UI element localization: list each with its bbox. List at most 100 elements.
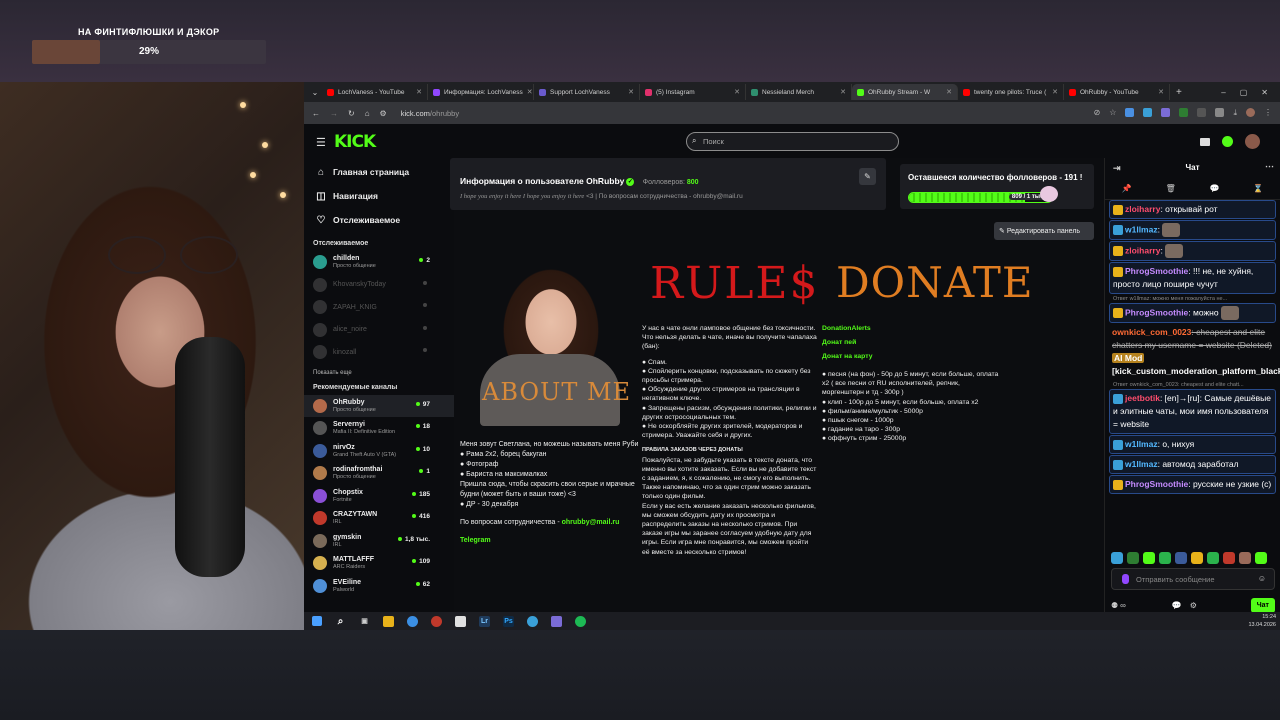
channel-item[interactable]: MATTLAFFF ARC Raiders 109 — [304, 552, 454, 575]
extension-icon[interactable] — [1197, 108, 1207, 117]
new-tab-button[interactable]: + — [1170, 87, 1188, 98]
url-field[interactable]: kick.com/ohrubby — [401, 109, 459, 118]
task-view-icon[interactable]: ▣ — [359, 616, 370, 627]
tab-close-icon[interactable]: ✕ — [628, 88, 634, 96]
contact-email-link[interactable]: ohrubby@mail.ru — [562, 519, 620, 526]
browser-tab[interactable]: Информация: LochVaness ✕ — [428, 84, 534, 100]
channel-item[interactable]: nirvOz Grand Theft Auto V (GTA) 10 — [304, 440, 454, 463]
chat-username[interactable]: PhrogSmoothie — [1125, 266, 1188, 276]
extension-icon[interactable] — [1143, 108, 1153, 117]
obs-icon[interactable] — [431, 615, 442, 627]
channel-item[interactable]: kinozall — [304, 341, 454, 364]
chat-bubble-icon[interactable]: 💬 — [1172, 601, 1182, 610]
star-icon[interactable]: ☆ — [1109, 108, 1116, 118]
channel-item[interactable]: CRAZYTAWN IRL 416 — [304, 507, 454, 530]
spotify-icon[interactable] — [575, 615, 586, 627]
notepad-icon[interactable] — [455, 615, 466, 627]
chat-username[interactable]: w1llmaz — [1125, 459, 1158, 469]
minimize-icon[interactable]: – — [1221, 88, 1225, 97]
home-icon[interactable]: ⌂ — [365, 109, 370, 118]
cast-icon[interactable]: ⊘ — [1094, 108, 1101, 118]
chat-settings-icon[interactable]: ⚙ — [1190, 601, 1197, 610]
tab-search-icon[interactable]: ⌄ — [308, 88, 322, 97]
chat-bubble-icon[interactable]: 💬 — [1209, 184, 1219, 193]
chat-username[interactable]: PhrogSmoothie — [1125, 479, 1188, 489]
channel-item[interactable]: gymskin IRL 1,8 тыс. — [304, 530, 454, 553]
donate-link[interactable]: Донат пей — [822, 338, 1002, 352]
chat-username[interactable]: w1llmaz — [1125, 439, 1158, 449]
browser-tab[interactable]: (5) Instagram ✕ — [640, 84, 746, 100]
tab-close-icon[interactable]: ✕ — [1052, 88, 1058, 96]
chat-username[interactable]: zloiharry — [1125, 245, 1160, 255]
menu-icon[interactable]: ⋮ — [1264, 108, 1272, 118]
start-icon[interactable] — [312, 616, 322, 626]
chat-username[interactable]: ownkick_com_0023 — [1112, 327, 1191, 337]
browser-tab[interactable]: OhRubby - YouTube ✕ — [1064, 84, 1170, 100]
browser-tab[interactable]: OhRubby Stream - W ✕ — [852, 84, 958, 100]
user-avatar[interactable] — [1245, 134, 1260, 149]
channel-item[interactable]: EVEiline Palworld 62 — [304, 575, 454, 598]
chat-username[interactable]: jeetbotik — [1125, 393, 1160, 403]
pin-icon[interactable]: 📌 — [1122, 184, 1132, 193]
tab-close-icon[interactable]: ✕ — [1158, 88, 1164, 96]
back-icon[interactable]: ← — [312, 109, 320, 118]
channel-item[interactable]: KhovanskyToday — [304, 274, 454, 297]
trash-icon[interactable]: 🗑 — [1166, 184, 1176, 193]
lightroom-icon[interactable]: Lr — [479, 615, 490, 627]
send-chat-button[interactable]: Чат — [1250, 597, 1275, 613]
forward-icon[interactable]: → — [330, 109, 338, 118]
chat-username[interactable]: w1llmaz — [1125, 224, 1158, 234]
site-info-icon[interactable]: ⚙ — [380, 109, 387, 118]
extension-icon[interactable] — [1179, 108, 1189, 117]
channel-item[interactable]: alice_noire — [304, 319, 454, 342]
channel-item[interactable]: Servernyi Mafia II: Definitive Edition 18 — [304, 417, 454, 440]
extension-icon[interactable] — [1125, 108, 1135, 117]
profile-avatar[interactable] — [1246, 108, 1255, 117]
sidebar-nav-item[interactable]: ♡ Отслеживаемое — [304, 208, 454, 232]
chat-username[interactable]: PhrogSmoothie — [1125, 307, 1188, 317]
donate-link[interactable]: DonationAlerts — [822, 324, 1002, 338]
tab-close-icon[interactable]: ✕ — [840, 88, 846, 96]
chat-message-input[interactable]: Отправить сообщение ☺ — [1111, 568, 1275, 590]
hourglass-icon[interactable]: ⌛ — [1253, 184, 1263, 193]
download-icon[interactable]: ⤓ — [1233, 108, 1237, 118]
sidebar-nav-item[interactable]: ⌂ Главная страница — [304, 160, 454, 184]
browser-tab[interactable]: Support LochVaness ✕ — [534, 84, 640, 100]
wallet-icon[interactable] — [1200, 137, 1210, 146]
tab-close-icon[interactable]: ✕ — [527, 88, 533, 96]
app-icon[interactable] — [551, 615, 562, 627]
channel-item[interactable]: Chopstix Fortnite 185 — [304, 485, 454, 508]
tab-close-icon[interactable]: ✕ — [416, 88, 422, 96]
system-clock[interactable]: 15:24 13.04.2026 — [1248, 613, 1276, 629]
channel-item[interactable]: OhRubby Просто общение 97 — [304, 394, 454, 417]
kick-logo[interactable]: KICK — [334, 132, 376, 152]
browser-icon[interactable] — [527, 615, 538, 627]
kick-points-icon[interactable]: ⚉ — [1111, 601, 1118, 610]
file-explorer-icon[interactable] — [383, 615, 394, 627]
photoshop-icon[interactable]: Ps — [503, 615, 514, 627]
browser-tab[interactable]: Nessieland Merch ✕ — [746, 84, 852, 100]
show-more-link[interactable]: Показать еще — [304, 364, 454, 382]
menu-burger-icon[interactable]: ☰ — [316, 136, 326, 149]
search-icon[interactable]: ⌕ — [335, 616, 346, 627]
edit-panel-button[interactable]: ✎ Редактировать панель — [994, 222, 1094, 240]
chrome-icon[interactable] — [407, 615, 418, 627]
browser-tab[interactable]: twenty one pilots: Truce (✕ — [958, 84, 1064, 100]
close-icon[interactable]: ✕ — [1261, 88, 1268, 97]
sidebar-nav-item[interactable]: ◫ Навигация — [304, 184, 454, 208]
maximize-icon[interactable]: ▢ — [1240, 88, 1248, 97]
search-input[interactable]: ⌕ Поиск — [686, 132, 899, 151]
edit-pencil-button[interactable]: ✎ — [859, 168, 876, 185]
telegram-link[interactable]: Telegram — [460, 536, 640, 546]
extensions-puzzle-icon[interactable] — [1215, 108, 1225, 117]
channel-item[interactable]: chillden Просто общение 2 — [304, 251, 454, 274]
donate-link[interactable]: Донат на карту — [822, 352, 1002, 366]
tab-close-icon[interactable]: ✕ — [946, 88, 952, 96]
reload-icon[interactable]: ↻ — [348, 109, 355, 118]
extension-icon[interactable] — [1161, 108, 1171, 117]
kick-status-icon[interactable] — [1222, 136, 1233, 147]
channel-item[interactable]: rodinafromthai Просто общение 1 — [304, 462, 454, 485]
browser-tab[interactable]: LochVaness - YouTube ✕ — [322, 84, 428, 100]
chat-menu-icon[interactable]: ⋯ — [1265, 161, 1274, 172]
tab-close-icon[interactable]: ✕ — [734, 88, 740, 96]
